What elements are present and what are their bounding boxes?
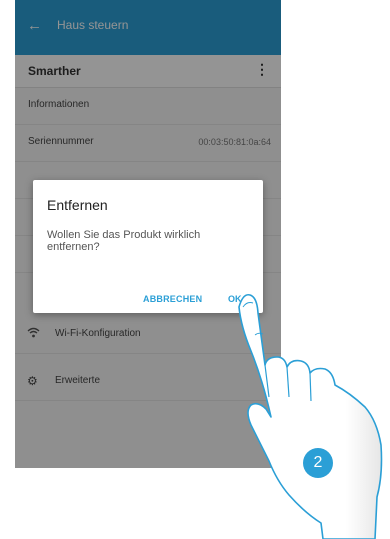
step-badge: 2 bbox=[303, 448, 333, 478]
dialog-title: Entfernen bbox=[47, 197, 108, 213]
pointing-hand-icon bbox=[238, 293, 383, 539]
dialog-message: Wollen Sie das Produkt wirklich entferne… bbox=[47, 229, 201, 253]
cancel-button[interactable]: ABBRECHEN bbox=[143, 294, 202, 304]
